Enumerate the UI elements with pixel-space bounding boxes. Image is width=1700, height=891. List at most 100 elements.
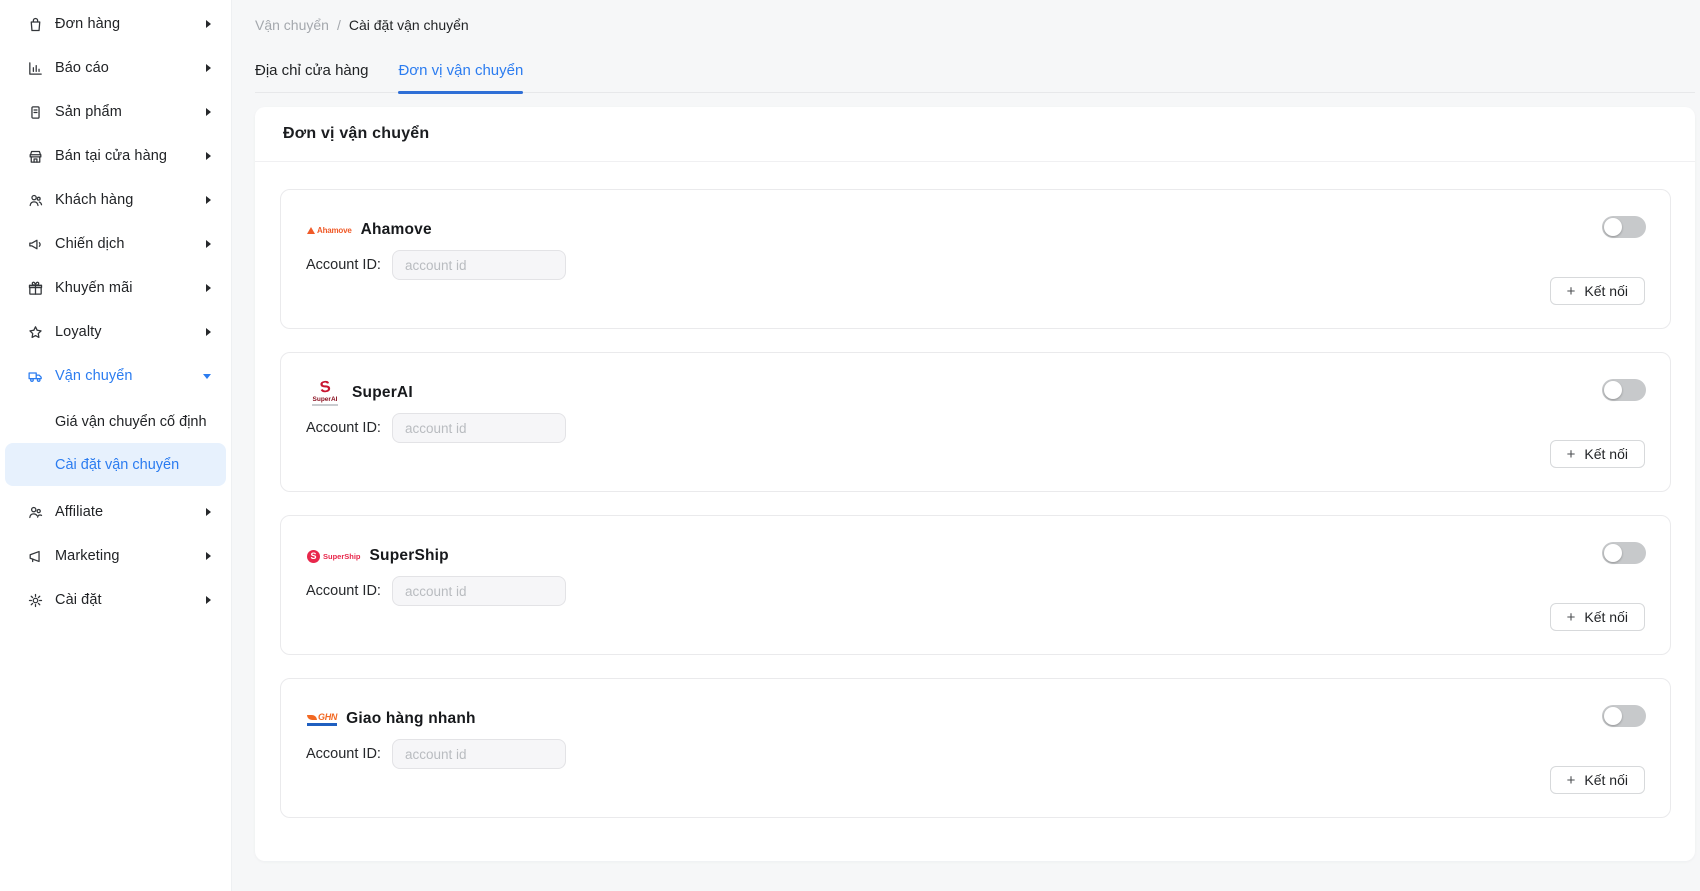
store-icon — [27, 148, 44, 165]
sidebar-item-label: Loyalty — [55, 324, 206, 340]
sidebar-item-settings[interactable]: Cài đặt — [0, 578, 231, 622]
provider-title-row: Ahamove Ahamove — [307, 214, 432, 246]
breadcrumb-parent[interactable]: Vận chuyển — [255, 17, 329, 33]
superai-logo-icon: S SuperAI — [307, 380, 343, 406]
sidebar-item-customers[interactable]: Khách hàng — [0, 178, 231, 222]
provider-name: SuperShip — [370, 547, 449, 565]
chevron-right-icon — [206, 152, 211, 160]
toggle-knob — [1604, 544, 1622, 562]
provider-name: Ahamove — [361, 221, 432, 239]
sidebar-item-pos[interactable]: Bán tại cửa hàng — [0, 134, 231, 178]
provider-card-supership: S SuperShip SuperShip Account ID: + Kết … — [280, 515, 1671, 655]
chevron-right-icon — [206, 240, 211, 248]
sidebar-item-label: Khuyến mãi — [55, 280, 206, 296]
bag-icon — [27, 16, 44, 33]
sidebar-item-orders[interactable]: Đơn hàng — [0, 2, 231, 46]
sidebar-subitem-shipping-settings[interactable]: Cài đặt vận chuyển — [5, 443, 226, 486]
provider-name: Giao hàng nhanh — [346, 710, 476, 728]
chart-icon — [27, 60, 44, 77]
provider-card-ghn: GHN Giao hàng nhanh Account ID: + Kết nố… — [280, 678, 1671, 818]
truck-icon — [27, 368, 44, 385]
gear-icon — [27, 592, 44, 609]
sidebar-item-affiliate[interactable]: Affiliate — [0, 490, 231, 534]
sidebar-item-label: Affiliate — [55, 504, 206, 520]
chevron-right-icon — [206, 20, 211, 28]
sidebar-item-promotions[interactable]: Khuyến mãi — [0, 266, 231, 310]
connect-button-label: Kết nối — [1584, 609, 1628, 625]
star-icon — [27, 324, 44, 341]
account-id-input[interactable] — [392, 576, 566, 606]
sidebar-item-label: Sản phẩm — [55, 104, 206, 120]
sidebar-item-label: Marketing — [55, 548, 206, 564]
sidebar-subitem-label: Giá vận chuyển cố định — [55, 414, 207, 430]
sidebar-subitem-label: Cài đặt vận chuyển — [55, 457, 179, 473]
sidebar-item-label: Vận chuyển — [55, 368, 203, 384]
breadcrumb-current: Cài đặt vận chuyển — [349, 17, 469, 33]
tab-bar: Địa chỉ cửa hàng Đơn vị vận chuyển — [255, 62, 1695, 93]
sidebar-item-label: Cài đặt — [55, 592, 206, 608]
sidebar-item-loyalty[interactable]: Loyalty — [0, 310, 231, 354]
sidebar-item-marketing[interactable]: Marketing — [0, 534, 231, 578]
connect-button-label: Kết nối — [1584, 772, 1628, 788]
product-icon — [27, 104, 44, 121]
ghn-logo-icon: GHN — [307, 712, 337, 726]
sidebar-item-label: Khách hàng — [55, 192, 206, 208]
plus-icon: + — [1567, 773, 1576, 788]
sidebar-item-campaigns[interactable]: Chiến dịch — [0, 222, 231, 266]
sidebar-item-label: Báo cáo — [55, 60, 206, 76]
connect-button[interactable]: + Kết nối — [1550, 766, 1645, 794]
account-id-input[interactable] — [392, 413, 566, 443]
sidebar-item-label: Chiến dịch — [55, 236, 206, 252]
provider-enable-toggle[interactable] — [1602, 379, 1646, 401]
ahamove-mark-icon — [307, 227, 315, 234]
chevron-right-icon — [206, 64, 211, 72]
chevron-right-icon — [206, 552, 211, 560]
panel-body: Ahamove Ahamove Account ID: + Kết nối — [255, 162, 1695, 818]
provider-card-superai: S SuperAI SuperAI Account ID: + Kết nối — [280, 352, 1671, 492]
sidebar-item-shipping[interactable]: Vận chuyển — [0, 354, 231, 398]
connect-button[interactable]: + Kết nối — [1550, 603, 1645, 631]
provider-enable-toggle[interactable] — [1602, 216, 1646, 238]
chevron-right-icon — [206, 328, 211, 336]
account-id-input[interactable] — [392, 739, 566, 769]
provider-title-row: S SuperAI SuperAI — [307, 377, 413, 409]
sidebar: Đơn hàng Báo cáo Sản phẩm Bán tại cửa hà… — [0, 0, 232, 891]
connect-button[interactable]: + Kết nối — [1550, 277, 1645, 305]
account-row: Account ID: — [306, 576, 566, 606]
connect-button[interactable]: + Kết nối — [1550, 440, 1645, 468]
toggle-knob — [1604, 381, 1622, 399]
tab-shipping-providers[interactable]: Đơn vị vận chuyển — [398, 62, 523, 92]
chevron-right-icon — [206, 284, 211, 292]
breadcrumb-separator: / — [337, 17, 341, 33]
tab-store-address[interactable]: Địa chỉ cửa hàng — [255, 62, 368, 92]
provider-card-ahamove: Ahamove Ahamove Account ID: + Kết nối — [280, 189, 1671, 329]
account-id-label: Account ID: — [306, 746, 392, 762]
toggle-knob — [1604, 218, 1622, 236]
sidebar-subitem-fixed-shipping-price[interactable]: Giá vận chuyển cố định — [5, 400, 226, 443]
account-id-label: Account ID: — [306, 257, 392, 273]
chevron-right-icon — [206, 108, 211, 116]
provider-title-row: GHN Giao hàng nhanh — [307, 703, 476, 735]
plus-icon: + — [1567, 610, 1576, 625]
panel-header: Đơn vị vận chuyển — [255, 107, 1695, 162]
customers-icon — [27, 192, 44, 209]
account-row: Account ID: — [306, 250, 566, 280]
account-id-input[interactable] — [392, 250, 566, 280]
sidebar-item-reports[interactable]: Báo cáo — [0, 46, 231, 90]
sidebar-item-label: Đơn hàng — [55, 16, 206, 32]
plus-icon: + — [1567, 447, 1576, 462]
shipping-providers-panel: Đơn vị vận chuyển Ahamove Ahamove Accoun… — [255, 107, 1695, 861]
provider-enable-toggle[interactable] — [1602, 705, 1646, 727]
main-content: Vận chuyển / Cài đặt vận chuyển Địa chỉ … — [232, 0, 1700, 891]
gift-icon — [27, 280, 44, 297]
account-id-label: Account ID: — [306, 420, 392, 436]
breadcrumb: Vận chuyển / Cài đặt vận chuyển — [255, 0, 1695, 35]
provider-enable-toggle[interactable] — [1602, 542, 1646, 564]
provider-title-row: S SuperShip SuperShip — [307, 540, 449, 572]
toggle-knob — [1604, 707, 1622, 725]
chevron-right-icon — [206, 596, 211, 604]
ghn-swoosh-icon — [307, 715, 317, 720]
account-row: Account ID: — [306, 739, 566, 769]
sidebar-item-products[interactable]: Sản phẩm — [0, 90, 231, 134]
plus-icon: + — [1567, 284, 1576, 299]
